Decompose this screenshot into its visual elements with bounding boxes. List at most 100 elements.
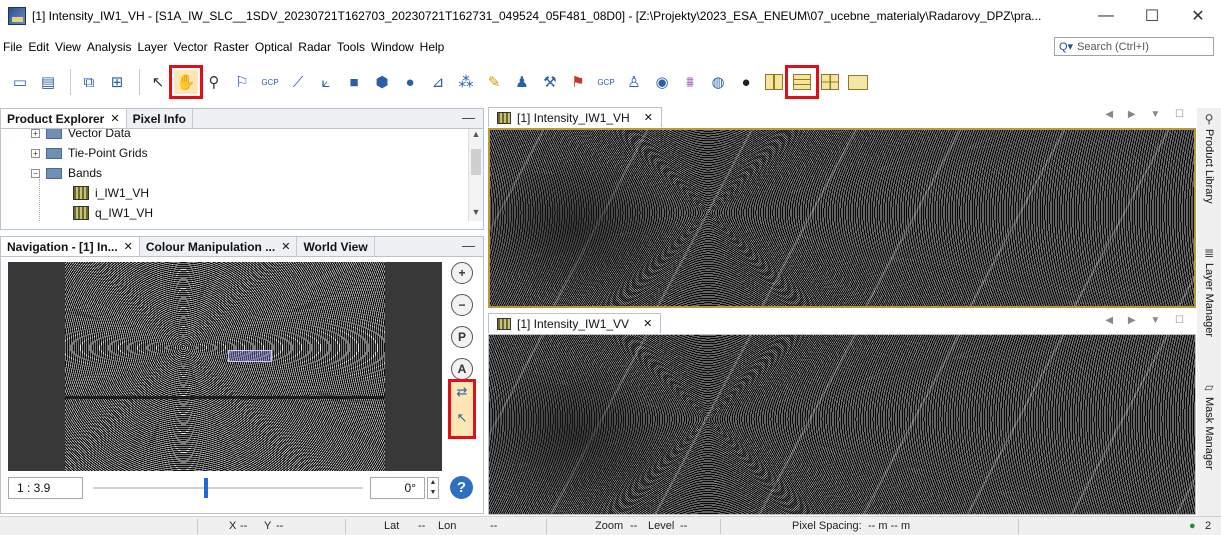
menu-view[interactable]: View xyxy=(52,40,84,54)
scroll-down-icon[interactable]: ▼ xyxy=(469,207,483,221)
menu-edit[interactable]: Edit xyxy=(25,40,52,54)
zoom-all-icon[interactable]: A xyxy=(451,358,473,380)
profile-icon[interactable]: ♟ xyxy=(510,70,534,94)
select-icon[interactable]: ↖ xyxy=(146,70,170,94)
world-wind-icon[interactable]: ◍ xyxy=(706,70,730,94)
menu-raster[interactable]: Raster xyxy=(211,40,252,54)
gcp-manager-icon[interactable]: ⚑ xyxy=(566,70,590,94)
batch-icon[interactable]: ⊞ xyxy=(105,70,129,94)
range-finder-icon[interactable]: ⊿ xyxy=(426,70,450,94)
sidebar-item-layer-manager[interactable]: ≣ Layer Manager xyxy=(1197,246,1221,337)
save-icon[interactable]: ▤ xyxy=(36,70,60,94)
zoom-pixel-icon[interactable]: P xyxy=(451,326,473,348)
rotation-spinner[interactable]: ▲ ▼ xyxy=(427,477,439,499)
tile-evenly-icon[interactable] xyxy=(846,70,870,94)
notification-count[interactable]: 2 xyxy=(1205,520,1211,532)
magic-wand-icon[interactable]: ⁂ xyxy=(454,70,478,94)
zoom-in-icon[interactable]: + xyxy=(451,262,473,284)
pin-placing-icon[interactable]: ⚐ xyxy=(230,70,254,94)
sidebar-item-mask-manager[interactable]: ▱ Mask Manager xyxy=(1197,380,1221,470)
scale-field[interactable]: 1 : 3.9 xyxy=(8,477,83,499)
tab-navigation[interactable]: Navigation - [1] In... ✕ xyxy=(1,237,140,256)
sar-image-vh[interactable] xyxy=(488,128,1196,308)
tree-item-band[interactable]: i_IW1_VH xyxy=(73,183,149,203)
scroll-up-icon[interactable]: ▲ xyxy=(469,129,483,143)
sidebar-item-product-library[interactable]: ⚲ Product Library xyxy=(1197,112,1221,204)
tile-vertical-icon[interactable] xyxy=(785,65,819,99)
spin-down-icon[interactable]: ▼ xyxy=(428,488,438,498)
tile-grid-icon[interactable] xyxy=(818,70,842,94)
tree-item-bands[interactable]: − Bands xyxy=(31,163,102,183)
tab-intensity-vh[interactable]: [1] Intensity_IW1_VH ✕ xyxy=(488,107,662,127)
polygon-icon[interactable]: ⬢ xyxy=(370,70,394,94)
polyline-icon[interactable]: ⟀ xyxy=(314,70,338,94)
statistics-icon[interactable]: ⚒ xyxy=(538,70,562,94)
tab-world-view[interactable]: World View xyxy=(297,237,375,256)
menu-file[interactable]: File xyxy=(0,40,25,54)
expand-icon[interactable]: + xyxy=(31,129,40,138)
navigation-overview[interactable] xyxy=(8,262,442,471)
notification-icon[interactable]: ● xyxy=(1189,520,1196,532)
graph-icon[interactable]: ⧉ xyxy=(77,70,101,94)
minimize-icon[interactable]: — xyxy=(462,238,475,253)
search-input[interactable]: Search (Ctrl+I) xyxy=(1077,41,1149,53)
minimize-button[interactable]: — xyxy=(1083,0,1129,32)
sync-views-icon[interactable]: ⇄ xyxy=(453,384,471,408)
search-box[interactable]: Q▾ Search (Ctrl+I) xyxy=(1054,37,1214,56)
view-controls[interactable]: ◀ ▶ ▼ ☐ xyxy=(1105,109,1190,120)
scroll-thumb[interactable] xyxy=(471,149,481,175)
tab-pixel-info[interactable]: Pixel Info xyxy=(127,109,193,128)
close-icon[interactable]: ✕ xyxy=(644,111,653,124)
tab-colour-manipulation[interactable]: Colour Manipulation ... ✕ xyxy=(140,237,298,256)
globe-icon[interactable]: ● xyxy=(734,70,758,94)
close-icon[interactable]: ✕ xyxy=(281,240,290,253)
pin-manager-icon[interactable]: GCP xyxy=(594,70,618,94)
image-view-vh: [1] Intensity_IW1_VH ✕ ◀ ▶ ▼ ☐ xyxy=(488,106,1196,308)
spectrum-icon[interactable]: ⩩ xyxy=(678,70,702,94)
open-product-icon[interactable]: ▭ xyxy=(8,70,32,94)
view-controls[interactable]: ◀ ▶ ▼ ☐ xyxy=(1105,315,1190,326)
rotation-field[interactable]: 0° xyxy=(370,477,425,499)
tile-horizontal-icon[interactable] xyxy=(762,70,786,94)
zoom-out-icon[interactable]: − xyxy=(451,294,473,316)
menu-tools[interactable]: Tools xyxy=(334,40,368,54)
close-icon[interactable]: ✕ xyxy=(110,112,119,125)
search-icon[interactable]: Q▾ xyxy=(1059,40,1073,53)
tab-intensity-vv[interactable]: [1] Intensity_IW1_VV ✕ xyxy=(488,313,662,333)
tab-product-explorer[interactable]: Product Explorer ✕ xyxy=(1,109,127,128)
zoom-slider[interactable] xyxy=(93,487,363,489)
spin-up-icon[interactable]: ▲ xyxy=(428,478,438,488)
menu-analysis[interactable]: Analysis xyxy=(84,40,135,54)
menu-vector[interactable]: Vector xyxy=(171,40,211,54)
expand-icon[interactable]: + xyxy=(31,148,40,158)
tree-item-band[interactable]: q_IW1_VH xyxy=(73,203,153,221)
pin-tool-icon[interactable]: ♙ xyxy=(622,70,646,94)
menu-layer[interactable]: Layer xyxy=(135,40,171,54)
gcp-placing-icon[interactable]: GCP xyxy=(258,70,282,94)
viewport-rectangle[interactable] xyxy=(228,350,272,362)
maximize-button[interactable]: ☐ xyxy=(1129,0,1175,32)
menu-optical[interactable]: Optical xyxy=(252,40,295,54)
sync-cursor-icon[interactable]: ↖ xyxy=(453,410,471,434)
pan-icon[interactable]: ✋ xyxy=(169,65,203,99)
tree-item-tie-point-grids[interactable]: + Tie-Point Grids xyxy=(31,143,148,163)
menu-window[interactable]: Window xyxy=(368,40,417,54)
draw-icon[interactable]: ✎ xyxy=(482,70,506,94)
close-icon[interactable]: ✕ xyxy=(643,317,652,330)
close-button[interactable]: ✕ xyxy=(1175,0,1221,32)
rectangle-icon[interactable]: ■ xyxy=(342,70,366,94)
menu-help[interactable]: Help xyxy=(417,40,448,54)
help-icon[interactable]: ? xyxy=(450,476,473,499)
collapse-icon[interactable]: − xyxy=(31,168,40,178)
sar-image-vv[interactable] xyxy=(488,334,1196,515)
zoom-icon[interactable]: ⚲ xyxy=(202,70,226,94)
menu-radar[interactable]: Radar xyxy=(295,40,334,54)
minimize-icon[interactable]: — xyxy=(462,110,475,125)
zoom-slider-thumb[interactable] xyxy=(204,478,209,498)
ellipse-icon[interactable]: ● xyxy=(398,70,422,94)
close-icon[interactable]: ✕ xyxy=(124,240,133,253)
line-icon[interactable]: ⟋ xyxy=(286,70,310,94)
tree-item-vector-data[interactable]: + Vector Data xyxy=(31,129,131,143)
tree-scrollbar[interactable]: ▲ ▼ xyxy=(468,129,483,221)
eye-icon[interactable]: ◉ xyxy=(650,70,674,94)
